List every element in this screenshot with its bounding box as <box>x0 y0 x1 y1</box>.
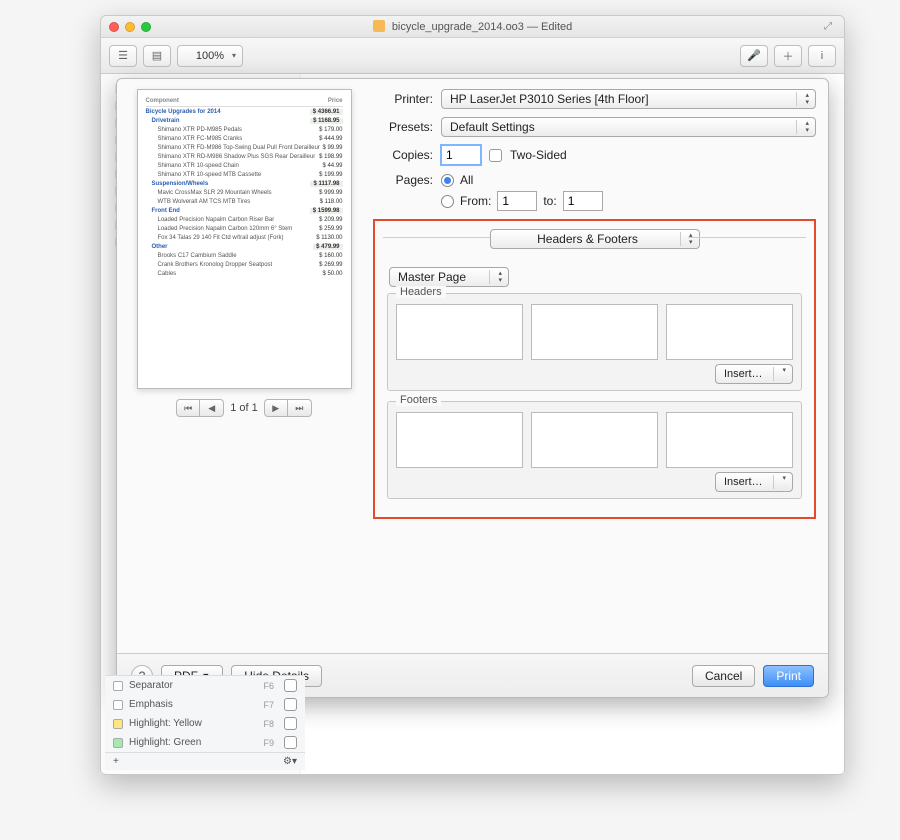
presets-select[interactable]: Default Settings▴▾ <box>441 117 816 137</box>
info-icon[interactable]: i <box>808 45 836 67</box>
preview-row: Shimano XTR 10-speed Chain$ 44.99 <box>146 161 343 170</box>
preview-row: Shimano XTR 10-speed MTB Cassette$ 199.9… <box>146 170 343 179</box>
preview-row: Shimano XTR FC-M985 Cranks$ 444.99 <box>146 134 343 143</box>
style-item[interactable]: Highlight: YellowF8 <box>105 714 305 733</box>
footers-group: Footers Insert…▾ <box>387 401 802 499</box>
pages-range-radio[interactable] <box>441 195 454 208</box>
prev-page-button[interactable]: ◀ <box>200 399 224 417</box>
print-panel-select[interactable]: Headers & Footers▴▾ <box>490 229 700 249</box>
print-preview-pane: Component Price Bicycle Upgrades for 201… <box>129 89 359 653</box>
headers-group: Headers Insert…▾ <box>387 293 802 391</box>
headers-footers-section: Headers & Footers▴▾ Master Page▴▾ Header… <box>373 219 816 519</box>
preview-row: Shimano XTR FD-M986 Top-Swing Dual Pull … <box>146 143 343 152</box>
pages-all-label: All <box>460 173 473 187</box>
app-window: bicycle_upgrade_2014.oo3 — Edited ⤢ ☰ ▤ … <box>100 15 845 775</box>
two-sided-label: Two-Sided <box>510 148 567 162</box>
pages-to-input[interactable] <box>563 191 603 211</box>
copies-input[interactable] <box>441 145 481 165</box>
titlebar: bicycle_upgrade_2014.oo3 — Edited ⤢ <box>101 16 844 38</box>
style-item[interactable]: SeparatorF6 <box>105 676 305 695</box>
print-dialog: Component Price Bicycle Upgrades for 201… <box>116 78 829 698</box>
preview-row: Drivetrain$ 1168.95 <box>146 116 343 125</box>
from-label: From: <box>460 194 491 208</box>
style-item[interactable]: Highlight: GreenF9 <box>105 733 305 752</box>
preview-row: Loaded Precision Napalm Carbon 120mm 6° … <box>146 224 343 233</box>
preview-row: Shimano XTR PD-M985 Pedals$ 179.00 <box>146 125 343 134</box>
footers-title: Footers <box>396 394 441 406</box>
fullscreen-icon[interactable]: ⤢ <box>824 21 836 33</box>
window-title: bicycle_upgrade_2014.oo3 <box>392 21 524 33</box>
minimize-icon[interactable] <box>125 22 135 32</box>
two-sided-checkbox[interactable] <box>489 149 502 162</box>
page-indicator: 1 of 1 <box>230 402 258 414</box>
header-insert-select[interactable]: Insert…▾ <box>715 364 793 384</box>
print-options: Printer: HP LaserJet P3010 Series [4th F… <box>373 89 816 653</box>
preview-row: Bicycle Upgrades for 2014$ 4366.91 <box>146 107 343 116</box>
presets-label: Presets: <box>373 120 433 134</box>
last-page-button[interactable]: ⏭ <box>288 399 312 417</box>
preview-row: Front End$ 1599.98 <box>146 206 343 215</box>
first-page-button[interactable]: ⏮ <box>176 399 200 417</box>
preview-row: Crank Brothers Kronolog Dropper Seatpost… <box>146 260 343 269</box>
edited-suffix: — Edited <box>527 21 572 33</box>
preview-row: Cables$ 50.00 <box>146 269 343 278</box>
toggle-sidebar-button[interactable]: ☰ <box>109 45 137 67</box>
preview-row: Fox 34 Talas 29 140 Fit Ctd w/trail adju… <box>146 233 343 242</box>
traffic-lights <box>109 22 151 32</box>
style-actions-button[interactable]: ⚙︎▾ <box>283 756 297 767</box>
preview-row: Loaded Precision Napalm Carbon Riser Bar… <box>146 215 343 224</box>
pages-from-input[interactable] <box>497 191 537 211</box>
attach-icon[interactable]: ＋ <box>774 45 802 67</box>
toggle-inspector-button[interactable]: ▤ <box>143 45 171 67</box>
headers-title: Headers <box>396 286 446 298</box>
mic-icon[interactable]: 🎤 <box>740 45 768 67</box>
next-page-button[interactable]: ▶ <box>264 399 288 417</box>
preview-page: Component Price Bicycle Upgrades for 201… <box>137 89 352 389</box>
footer-insert-select[interactable]: Insert…▾ <box>715 472 793 492</box>
preview-row: Brooks C17 Cambium Saddle$ 160.00 <box>146 251 343 260</box>
cancel-button[interactable]: Cancel <box>692 665 755 687</box>
header-left-field[interactable] <box>396 304 523 360</box>
preview-row: Mavic CrossMax SLR 29 Mountain Wheels$ 9… <box>146 188 343 197</box>
footer-left-field[interactable] <box>396 412 523 468</box>
header-right-field[interactable] <box>666 304 793 360</box>
toolbar: ☰ ▤ 100% 🎤 ＋ i <box>101 38 844 74</box>
preview-row: Suspension/Wheels$ 1117.98 <box>146 179 343 188</box>
printer-label: Printer: <box>373 92 433 106</box>
add-style-button[interactable]: + <box>113 756 119 767</box>
zoom-icon[interactable] <box>141 22 151 32</box>
styles-palette: SeparatorF6EmphasisF7Highlight: YellowF8… <box>105 675 305 770</box>
preview-row: WTB Wolveralt AM TCS MTB Tires$ 118.00 <box>146 197 343 206</box>
footer-center-field[interactable] <box>531 412 658 468</box>
copies-label: Copies: <box>373 148 433 162</box>
zoom-select[interactable]: 100% <box>177 45 243 67</box>
to-label: to: <box>543 194 556 208</box>
footer-right-field[interactable] <box>666 412 793 468</box>
style-item[interactable]: EmphasisF7 <box>105 695 305 714</box>
pages-all-radio[interactable] <box>441 174 454 187</box>
print-button[interactable]: Print <box>763 665 814 687</box>
close-icon[interactable] <box>109 22 119 32</box>
header-center-field[interactable] <box>531 304 658 360</box>
page-navigator: ⏮ ◀ 1 of 1 ▶ ⏭ <box>176 399 312 417</box>
page-scope-select[interactable]: Master Page▴▾ <box>389 267 509 287</box>
printer-select[interactable]: HP LaserJet P3010 Series [4th Floor]▴▾ <box>441 89 816 109</box>
preview-row: Shimano XTR RD-M986 Shadow Plus SGS Rear… <box>146 152 343 161</box>
pages-label: Pages: <box>373 173 433 187</box>
document-icon <box>373 20 385 32</box>
preview-row: Other$ 479.99 <box>146 242 343 251</box>
